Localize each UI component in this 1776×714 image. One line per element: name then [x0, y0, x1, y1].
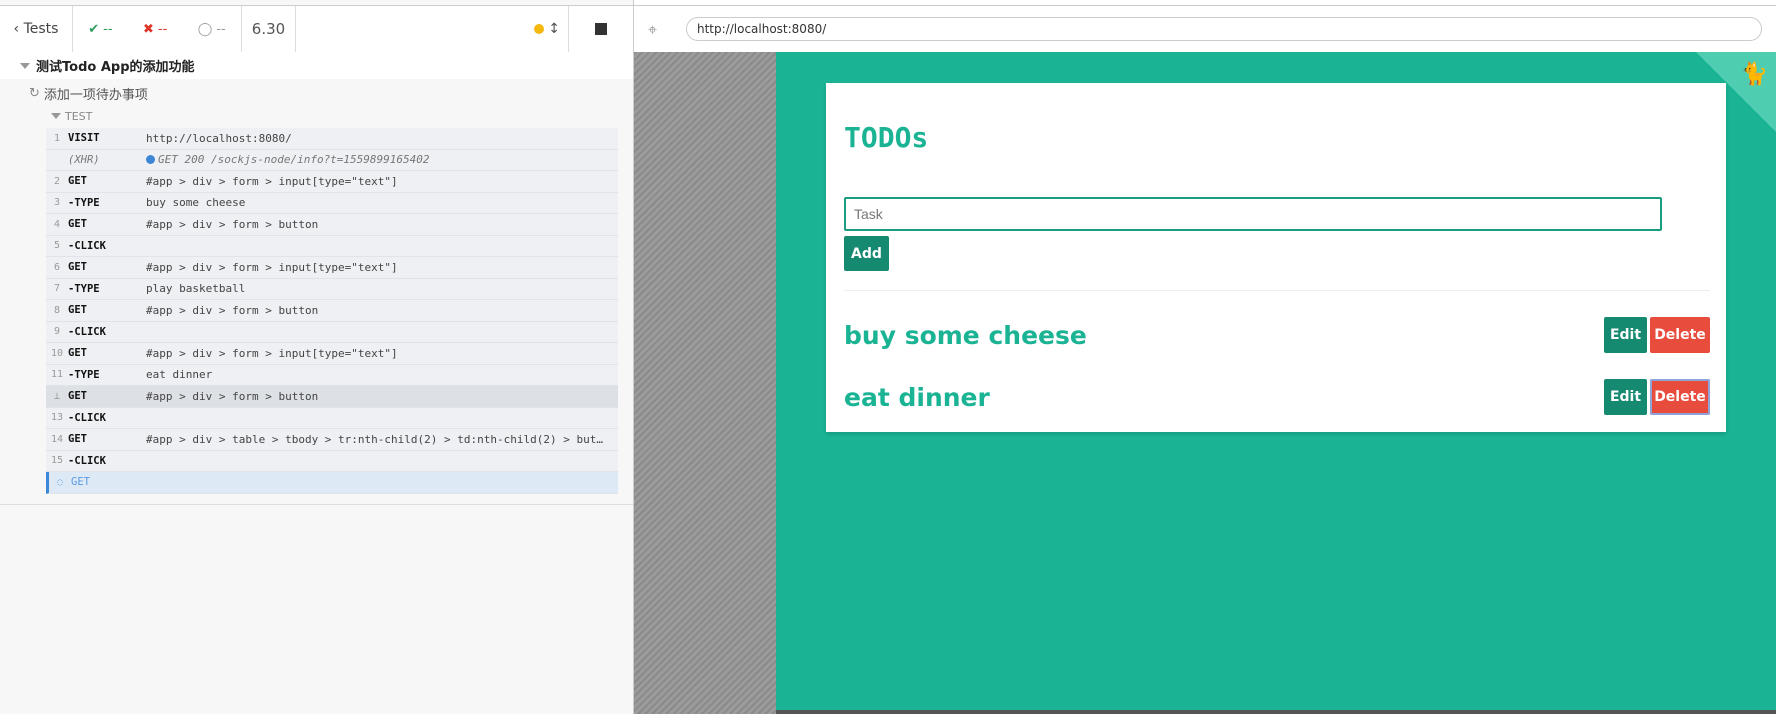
- test-stats: ✔ -- ✖ -- ◯ --: [73, 6, 242, 52]
- passed-count: --: [103, 21, 113, 37]
- todo-text: eat dinner: [844, 382, 990, 412]
- spinner-icon: ◌: [56, 476, 64, 488]
- add-button[interactable]: Add: [844, 236, 889, 271]
- pin-icon: ⊥: [53, 390, 61, 402]
- chevron-left-icon: ‹: [13, 21, 24, 37]
- back-label: Tests: [23, 21, 59, 37]
- command-row[interactable]: (XHR) GET 200 /sockjs-node/info?t=1559899…: [46, 149, 618, 171]
- command-row[interactable]: 7 -TYPE play basketball: [46, 278, 618, 300]
- command-log-panel: ‹ Tests ✔ -- ✖ -- ◯ -- 6.30 ↕ 测试Todo App…: [0, 0, 634, 714]
- passed-stat: ✔ --: [88, 22, 112, 37]
- running-indicator-icon: [534, 24, 545, 34]
- todo-item: eat dinner Edit Delete: [844, 377, 1710, 417]
- command-row[interactable]: 14 GET #app > div > table > tbody > tr:nth…: [46, 429, 618, 451]
- aut-stage: 🐈 TODOs Task Add buy some cheese Edit De…: [634, 52, 1776, 714]
- command-row[interactable]: 2 GET #app > div > form > input[type="text…: [46, 171, 618, 193]
- pending-count: --: [216, 21, 226, 37]
- todo-item: buy some cheese Edit Delete: [844, 315, 1710, 355]
- delete-button[interactable]: Delete: [1650, 379, 1710, 415]
- divider: [844, 290, 1710, 291]
- back-to-tests-button[interactable]: ‹ Tests: [0, 6, 73, 52]
- xhr-status-icon: [146, 155, 155, 165]
- octocat-icon[interactable]: 🐈: [1741, 62, 1768, 87]
- cross-icon: ✖: [143, 21, 154, 37]
- todo-text: buy some cheese: [844, 320, 1087, 350]
- command-row[interactable]: 4 GET #app > div > form > button: [46, 214, 618, 236]
- command-row[interactable]: 11 -TYPE eat dinner: [46, 364, 618, 386]
- test-title[interactable]: ↻ 添加一项待办事项: [0, 80, 633, 106]
- failed-stat: ✖ --: [143, 22, 167, 37]
- command-row[interactable]: 3 -TYPE buy some cheese: [46, 192, 618, 214]
- command-row[interactable]: 8 GET #app > div > form > button: [46, 300, 618, 322]
- command-row[interactable]: ⊥ GET #app > div > form > button: [46, 386, 618, 408]
- check-icon: ✔: [88, 21, 100, 37]
- command-row[interactable]: 15 -CLICK: [46, 450, 618, 472]
- app-iframe: 🐈 TODOs Task Add buy some cheese Edit De…: [776, 52, 1776, 714]
- circle-icon: ◯: [197, 21, 213, 37]
- page-title: TODOs: [844, 121, 929, 154]
- command-row[interactable]: 9 -CLICK: [46, 321, 618, 343]
- refresh-icon: ↻: [29, 85, 40, 101]
- pending-stat: ◯ --: [198, 22, 226, 37]
- scroll-toggle-icon[interactable]: ↕: [548, 21, 560, 37]
- suite-title[interactable]: 测试Todo App的添加功能: [0, 52, 633, 79]
- command-row-active[interactable]: ◌ GET: [46, 472, 618, 494]
- runner-toolbar: ‹ Tests ✔ -- ✖ -- ◯ -- 6.30 ↕: [0, 5, 633, 53]
- failed-count: --: [157, 21, 168, 37]
- edit-button[interactable]: Edit: [1604, 379, 1647, 415]
- aut-header: ⌖ http://localhost:8080/: [634, 5, 1776, 53]
- todo-card: TODOs Task Add buy some cheese Edit Dele…: [826, 83, 1726, 432]
- stop-icon: [595, 23, 607, 35]
- stop-button[interactable]: [568, 6, 633, 52]
- command-row[interactable]: 1 VISIT http://localhost:8080/: [46, 128, 618, 150]
- delete-button[interactable]: Delete: [1650, 317, 1710, 353]
- task-input[interactable]: Task: [844, 197, 1662, 231]
- duration: 6.30: [242, 6, 296, 52]
- collapse-icon: [51, 113, 61, 119]
- command-list: 1 VISIT http://localhost:8080/ (XHR) GET 20…: [46, 128, 618, 494]
- panel-divider: [0, 504, 633, 505]
- edit-button[interactable]: Edit: [1604, 317, 1647, 353]
- selector-playground-icon[interactable]: ⌖: [648, 20, 657, 40]
- command-row[interactable]: 6 GET #app > div > form > input[type="text…: [46, 257, 618, 279]
- url-field[interactable]: http://localhost:8080/: [686, 17, 1762, 41]
- collapse-icon: [20, 62, 30, 69]
- command-row[interactable]: 5 -CLICK: [46, 235, 618, 257]
- command-row[interactable]: 13 -CLICK: [46, 407, 618, 429]
- test-section-header[interactable]: TEST: [0, 106, 92, 126]
- app-preview-panel: ⌖ http://localhost:8080/ 🐈 TODOs Task Ad…: [634, 0, 1776, 714]
- command-row[interactable]: 10 GET #app > div > form > input[type="tex…: [46, 343, 618, 365]
